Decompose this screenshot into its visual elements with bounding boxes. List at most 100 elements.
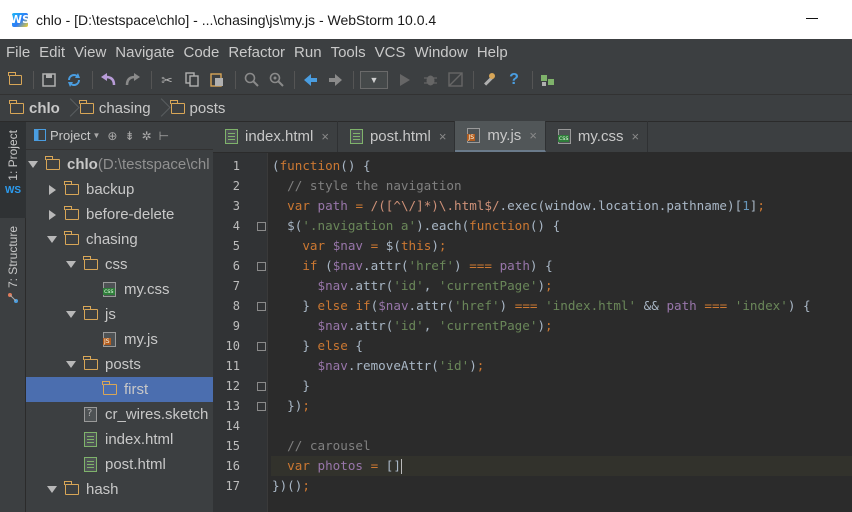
code-line[interactable]: var path = /([^\/]*)\.html$/.exec(window…	[271, 196, 852, 216]
code-line[interactable]: $nav.attr('id', 'currentPage');	[271, 276, 852, 296]
find-icon[interactable]	[242, 71, 260, 89]
redo-icon[interactable]	[124, 71, 142, 89]
menu-edit[interactable]: Edit	[37, 44, 71, 61]
code-line[interactable]: // carousel	[271, 436, 852, 456]
tree-item-my-js[interactable]: my.js	[26, 327, 213, 352]
tab-post-html[interactable]: post.html ×	[338, 121, 456, 152]
breadcrumb-item-chasing[interactable]: chasing	[79, 99, 151, 117]
sync-icon[interactable]	[65, 71, 83, 89]
code-line[interactable]: }	[271, 376, 852, 396]
tab-index-html[interactable]: index.html ×	[213, 121, 338, 152]
minimize-button[interactable]	[806, 11, 820, 25]
menu-code[interactable]: Code	[181, 44, 225, 61]
fold-marker-icon[interactable]	[257, 262, 266, 271]
gear-icon[interactable]: ✲	[142, 129, 152, 143]
run-config-dropdown[interactable]: ▼	[360, 70, 388, 89]
code-line[interactable]: });	[271, 396, 852, 416]
tree-item-posts[interactable]: posts	[26, 352, 213, 377]
tree-item-css[interactable]: css	[26, 252, 213, 277]
tree-item-hash[interactable]: hash	[26, 477, 213, 502]
menu-vcs[interactable]: VCS	[373, 44, 412, 61]
menu-help[interactable]: Help	[475, 44, 514, 61]
copy-icon[interactable]	[183, 71, 201, 89]
chevron-down-icon[interactable]	[66, 360, 76, 370]
code-line[interactable]: var photos = []	[271, 456, 852, 476]
code-line[interactable]: (function() {	[271, 156, 852, 176]
fold-marker-icon[interactable]	[257, 342, 266, 351]
code-line[interactable]: $nav.removeAttr('id');	[271, 356, 852, 376]
tree-item-my-css[interactable]: my.css	[26, 277, 213, 302]
close-icon[interactable]: ×	[439, 129, 447, 144]
code-line[interactable]: } else if($nav.attr('href') === 'index.h…	[271, 296, 852, 316]
project-view-dropdown[interactable]: Project	[50, 128, 90, 143]
chevron-right-icon[interactable]	[47, 185, 57, 195]
paste-icon[interactable]	[208, 71, 226, 89]
code-line[interactable]: $nav.attr('id', 'currentPage');	[271, 316, 852, 336]
tree-item-index-html[interactable]: index.html	[26, 427, 213, 452]
scroll-from-source-icon[interactable]: ⊕	[107, 129, 117, 143]
menu-tools[interactable]: Tools	[329, 44, 372, 61]
chevron-down-icon[interactable]	[66, 310, 76, 320]
tool-window-strip: 1: Project WS 7: Structure	[0, 122, 26, 512]
back-icon[interactable]	[301, 71, 319, 89]
code-line[interactable]	[271, 416, 852, 436]
run-icon[interactable]	[396, 71, 414, 89]
chevron-down-icon[interactable]	[28, 160, 38, 170]
project-tool-tab[interactable]: 1: Project WS	[0, 122, 26, 218]
fold-marker-icon[interactable]	[257, 382, 266, 391]
collapse-all-icon[interactable]: ⇟	[124, 129, 134, 143]
menu-refactor[interactable]: Refactor	[226, 44, 291, 61]
cut-icon[interactable]: ✂	[158, 71, 176, 89]
code-line[interactable]: // style the navigation	[271, 176, 852, 196]
chevron-right-icon[interactable]	[85, 385, 95, 395]
chevron-down-icon[interactable]	[66, 260, 76, 270]
tree-item-post-html[interactable]: post.html	[26, 452, 213, 477]
code-editor[interactable]: 1 2 3 4 5 6 7 8 9 10 11 12 13 14 15 16 17 (function() { …	[213, 153, 852, 512]
tab-my-js[interactable]: my.js ×	[455, 121, 546, 152]
code-line[interactable]: })();	[271, 476, 852, 496]
tree-item-first[interactable]: first	[26, 377, 213, 402]
forward-icon[interactable]	[326, 71, 344, 89]
terminal-icon[interactable]	[539, 71, 557, 89]
code-area[interactable]: (function() { // style the navigation va…	[271, 153, 852, 512]
help-icon[interactable]: ?	[505, 71, 523, 89]
coverage-icon[interactable]	[446, 71, 464, 89]
tree-item-chasing[interactable]: chasing	[26, 227, 213, 252]
menu-run[interactable]: Run	[292, 44, 328, 61]
code-line[interactable]: var $nav = $(this);	[271, 236, 852, 256]
breadcrumb-item-chlo[interactable]: chlo	[9, 99, 60, 117]
fold-marker-icon[interactable]	[257, 402, 266, 411]
breadcrumb: chlo chasing posts	[0, 95, 852, 122]
hide-panel-icon[interactable]: ⊢	[159, 129, 169, 143]
tree-item-backup[interactable]: backup	[26, 177, 213, 202]
menu-window[interactable]: Window	[412, 44, 473, 61]
menu-file[interactable]: File	[4, 44, 36, 61]
fold-marker-icon[interactable]	[257, 302, 266, 311]
code-line[interactable]: } else {	[271, 336, 852, 356]
close-icon[interactable]: ×	[631, 129, 639, 144]
close-icon[interactable]: ×	[321, 129, 329, 144]
tab-my-css[interactable]: my.css ×	[546, 121, 649, 152]
tree-item-label: index.html	[105, 431, 174, 448]
settings-icon[interactable]	[480, 71, 498, 89]
fold-marker-icon[interactable]	[257, 222, 266, 231]
code-line[interactable]: $('.navigation a').each(function() {	[271, 216, 852, 236]
menu-view[interactable]: View	[72, 44, 112, 61]
chevron-right-icon[interactable]	[47, 210, 57, 220]
replace-icon[interactable]	[267, 71, 285, 89]
code-line[interactable]: if ($nav.attr('href') === path) {	[271, 256, 852, 276]
tree-item-js[interactable]: js	[26, 302, 213, 327]
save-icon[interactable]	[40, 71, 58, 89]
tree-item-chlo[interactable]: chlo (D:\testspace\chl	[26, 152, 213, 177]
chevron-down-icon[interactable]	[47, 485, 57, 495]
structure-tool-tab[interactable]: 7: Structure	[0, 222, 26, 314]
menu-navigate[interactable]: Navigate	[113, 44, 180, 61]
breadcrumb-item-posts[interactable]: posts	[169, 99, 225, 117]
undo-icon[interactable]	[99, 71, 117, 89]
debug-icon[interactable]	[421, 71, 439, 89]
open-folder-icon[interactable]	[6, 71, 24, 89]
close-icon[interactable]: ×	[529, 128, 537, 143]
tree-item-cr-wires-sketch[interactable]: cr_wires.sketch	[26, 402, 213, 427]
chevron-down-icon[interactable]	[47, 235, 57, 245]
tree-item-before-delete[interactable]: before-delete	[26, 202, 213, 227]
